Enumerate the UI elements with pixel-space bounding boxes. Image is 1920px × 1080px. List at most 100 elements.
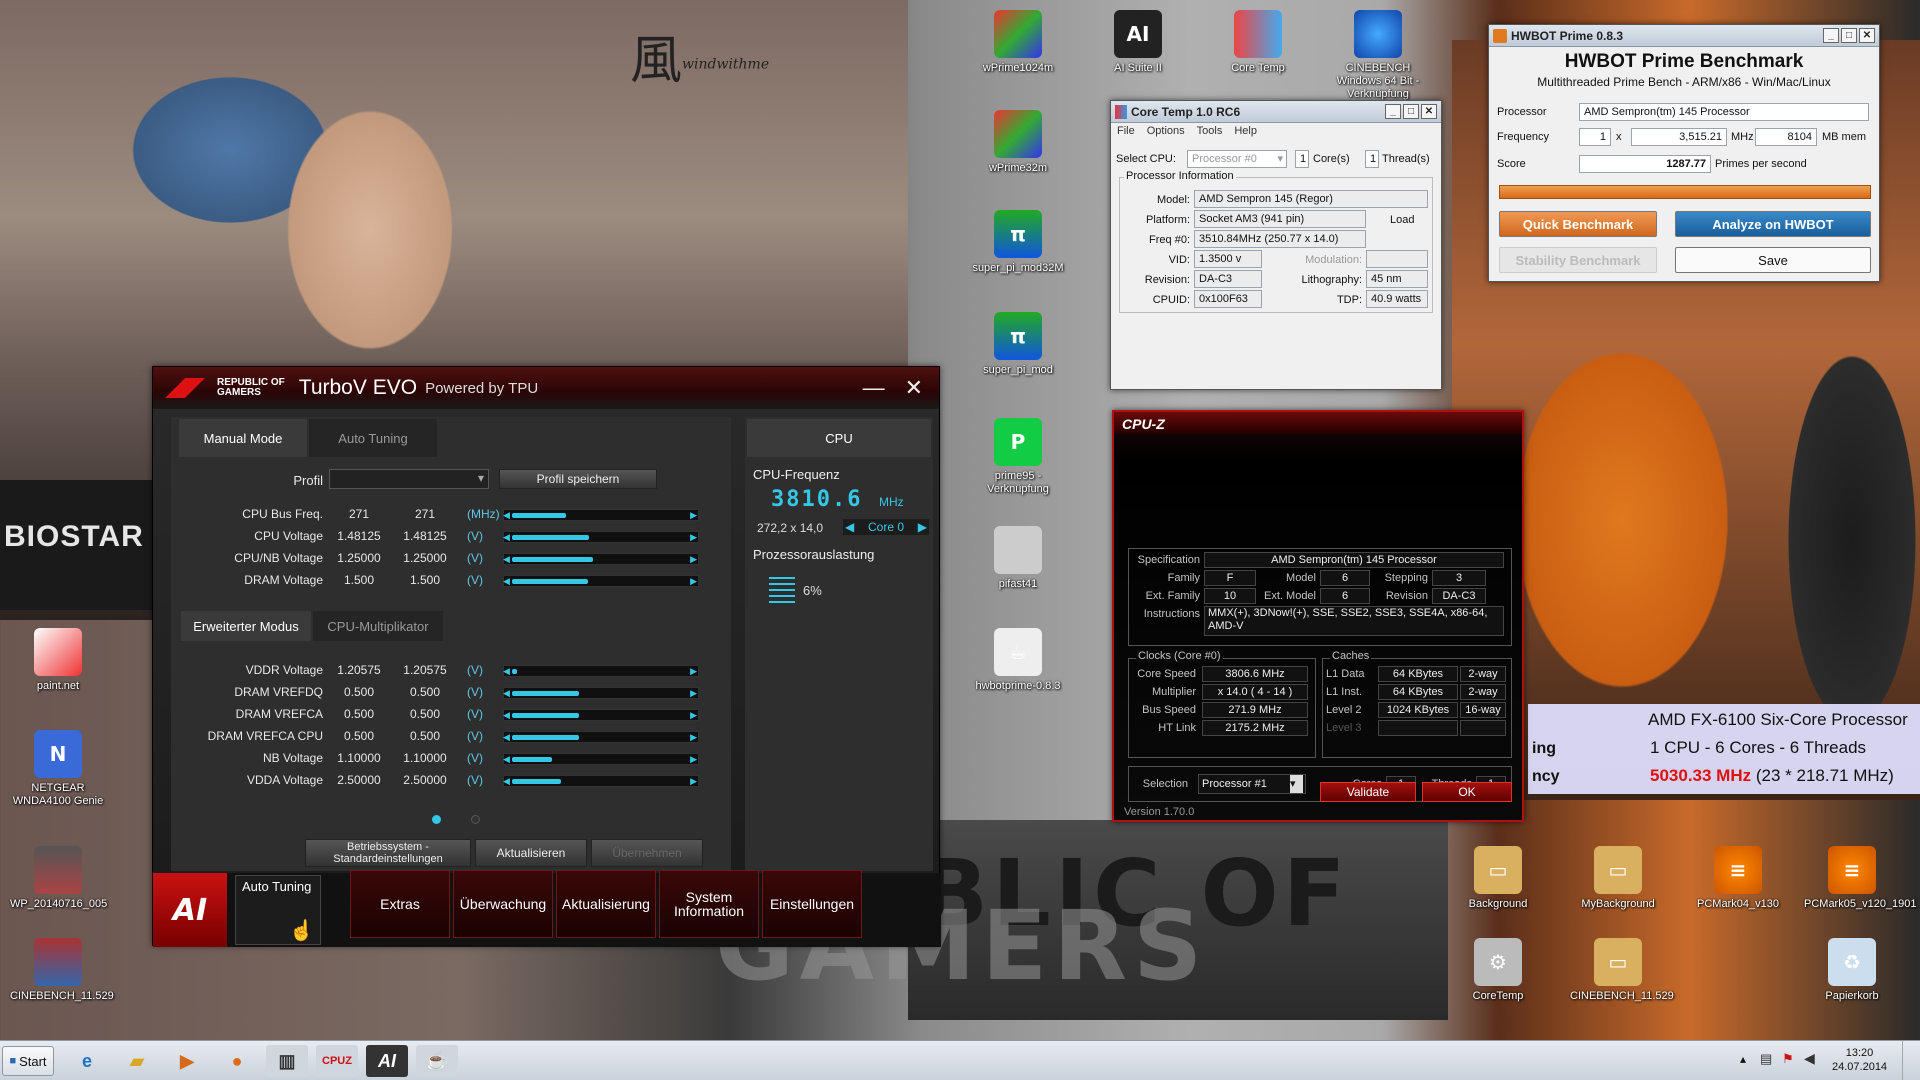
slider-left-arrow-icon[interactable]: ◀ [503,688,510,698]
slider-right-arrow-icon[interactable]: ▶ [690,754,697,764]
desktop-icon[interactable]: ▭ CINEBENCH_11.529 [1570,938,1674,1003]
voltage-slider[interactable]: ◀ ▶ [503,575,699,587]
core-temp-titlebar[interactable]: Core Temp 1.0 RC6 _ □ ✕ [1111,101,1441,123]
desktop-icon[interactable]: ☕ hwbotprime-0.8.3 [970,628,1066,693]
clock[interactable]: 13:20 24.07.2014 [1832,1046,1887,1074]
slider-left-arrow-icon[interactable]: ◀ [503,532,510,542]
ai-suite-task-icon[interactable]: AI [366,1045,408,1077]
voltage-row-target[interactable]: 0.500 [395,707,455,721]
desktop-icon[interactable]: π super_pi_mod [970,312,1066,377]
explorer-folder-icon[interactable]: ▰ [116,1045,158,1077]
nav-monitoring[interactable]: Überwachung [453,870,553,938]
voltage-row-target[interactable]: 0.500 [395,685,455,699]
close-icon[interactable]: ✕ [1859,28,1875,43]
tab-manual-mode[interactable]: Manual Mode [179,419,307,457]
chevron-left-icon[interactable]: ◀ [845,519,854,535]
update-button[interactable]: Aktualisieren [475,839,587,867]
apply-button[interactable]: Übernehmen [591,839,703,867]
nav-settings[interactable]: Einstellungen [762,870,862,938]
tray-arrow-icon[interactable]: ▴ [1740,1052,1746,1066]
chevron-right-icon[interactable]: ▶ [918,519,927,535]
menu-file[interactable]: File [1117,125,1135,139]
close-icon[interactable]: ✕ [905,375,923,401]
maximize-icon[interactable]: □ [1403,104,1419,119]
desktop-icon[interactable]: Pprime95 - Verknüpfung [970,418,1066,496]
cpu-z-task-icon[interactable]: CPUZ [316,1045,358,1077]
minimize-icon[interactable]: _ [1823,28,1839,43]
select-cpu-dropdown[interactable]: Processor #0 ▾ [1187,150,1287,168]
desktop-icon[interactable]: ≡ PCMark04_v130 [1690,846,1786,911]
turbov-titlebar[interactable]: REPUBLIC OF GAMERS TurboV EVO Powered by … [153,367,939,409]
slider-right-arrow-icon[interactable]: ▶ [690,732,697,742]
cpu-z-window[interactable]: CPU-Z Specification AMD Sempron(tm) 145 … [1112,410,1524,822]
desktop-icon[interactable]: Core Temp [1210,10,1306,75]
desktop-icon[interactable]: N NETGEAR WNDA4100 Genie [10,730,106,808]
nav-system-information[interactable]: System Information [659,870,759,938]
slider-left-arrow-icon[interactable]: ◀ [503,554,510,564]
desktop-icon[interactable]: ▭ MyBackground [1570,846,1666,911]
menu-help[interactable]: Help [1234,125,1257,139]
slider-left-arrow-icon[interactable]: ◀ [503,754,510,764]
tray-flag-icon[interactable]: ⚑ [1782,1051,1794,1067]
ok-button[interactable]: OK [1422,782,1512,802]
media-player-icon[interactable]: ▶ [166,1045,208,1077]
profile-dropdown[interactable]: ▾ [329,469,489,489]
voltage-row-target[interactable]: 1.48125 [395,529,455,543]
voltage-slider[interactable]: ◀ ▶ [503,509,699,521]
desktop-icon[interactable]: ♻ Papierkorb [1804,938,1900,1003]
slider-left-arrow-icon[interactable]: ◀ [503,510,510,520]
maximize-icon[interactable]: □ [1841,28,1857,43]
java-task-icon[interactable]: ☕ [416,1045,458,1077]
tray-network-icon[interactable]: ▤ [1760,1051,1772,1067]
page-indicator[interactable] [471,815,480,824]
desktop-icon[interactable]: wPrime1024m [970,10,1066,75]
tab-extended-mode[interactable]: Erweiterter Modus [181,611,311,641]
minimize-icon[interactable]: _ [1385,104,1401,119]
desktop-icon[interactable]: CINEBENCH_11.529 [10,938,114,1003]
slider-left-arrow-icon[interactable]: ◀ [503,710,510,720]
processor-field[interactable]: AMD Sempron(tm) 145 Processor [1579,103,1869,121]
desktop-icon[interactable]: π super_pi_mod32M [970,210,1066,275]
turbov-evo-window[interactable]: REPUBLIC OF GAMERS TurboV EVO Powered by … [152,366,941,947]
stability-benchmark-button[interactable]: Stability Benchmark [1499,247,1657,273]
core-temp-window[interactable]: Core Temp 1.0 RC6 _ □ ✕ File Options Tools… [1110,100,1442,390]
voltage-row-target[interactable]: 271 [395,507,455,521]
cpu-z-titlebar[interactable]: CPU-Z [1114,412,1522,434]
desktop-icon[interactable]: AI AI Suite II [1090,10,1186,75]
desktop-icon[interactable]: ≡ PCMark05_v120_1901 [1804,846,1917,911]
voltage-row-target[interactable]: 1.20575 [395,663,455,677]
desktop-icon[interactable]: pifast41 [970,526,1066,591]
voltage-slider[interactable]: ◀ ▶ [503,731,699,743]
voltage-slider[interactable]: ◀ ▶ [503,687,699,699]
voltage-slider[interactable]: ◀ ▶ [503,553,699,565]
profile-save-button[interactable]: Profil speichern [499,469,657,489]
slider-left-arrow-icon[interactable]: ◀ [503,732,510,742]
desktop-icon[interactable]: paint.net [10,628,106,693]
freq-count-field[interactable]: 1 [1579,128,1611,146]
start-button[interactable]: ■ Start [2,1046,54,1076]
os-defaults-button[interactable]: Betriebssystem -Standardeinstellungen [305,839,471,867]
voltage-row-target[interactable]: 1.25000 [395,551,455,565]
nav-update[interactable]: Aktualisierung [556,870,656,938]
voltage-row-target[interactable]: 0.500 [395,729,455,743]
firefox-icon[interactable]: ● [216,1045,258,1077]
desktop-icon[interactable]: ▭ Background [1450,846,1546,911]
voltage-slider[interactable]: ◀ ▶ [503,665,699,677]
nav-extras[interactable]: Extras [350,870,450,938]
slider-right-arrow-icon[interactable]: ▶ [690,710,697,720]
desktop-icon[interactable]: CINEBENCH Windows 64 Bit - Verknüpfung [1330,10,1426,101]
tab-auto-tuning[interactable]: Auto Tuning [309,419,437,457]
voltage-row-target[interactable]: 2.50000 [395,773,455,787]
internet-explorer-icon[interactable]: e [66,1045,108,1077]
hwbot-prime-window[interactable]: HWBOT Prime 0.8.3 _ □ ✕ HWBOT Prime Benchm… [1488,24,1880,282]
ai-suite-logo-icon[interactable]: AI [153,873,227,947]
slider-left-arrow-icon[interactable]: ◀ [503,576,510,586]
voltage-slider[interactable]: ◀ ▶ [503,531,699,543]
voltage-row-target[interactable]: 1.500 [395,573,455,587]
frequency-field[interactable]: 3,515.21 [1631,128,1727,146]
voltage-row-target[interactable]: 1.10000 [395,751,455,765]
quick-benchmark-button[interactable]: Quick Benchmark [1499,211,1657,237]
slider-right-arrow-icon[interactable]: ▶ [690,688,697,698]
voltage-slider[interactable]: ◀ ▶ [503,753,699,765]
menu-options[interactable]: Options [1147,125,1185,139]
